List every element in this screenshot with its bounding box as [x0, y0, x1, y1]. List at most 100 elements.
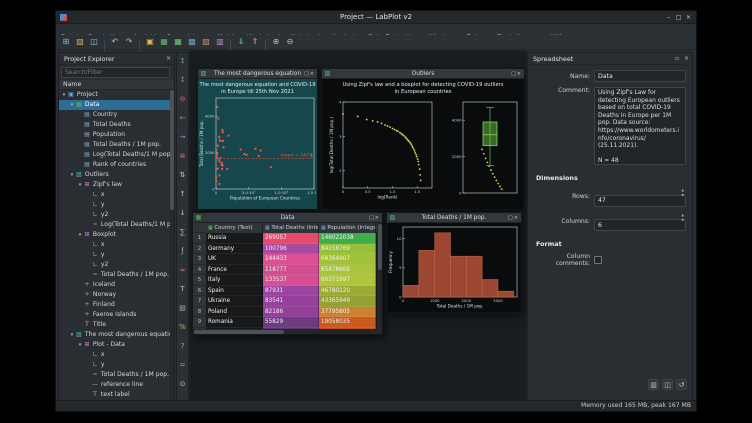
tree-item-faeroe-islands[interactable]: + Faeroe Islands	[59, 310, 170, 320]
mdi-titlebar[interactable]: ▨ Outliers □×	[322, 69, 524, 79]
tree-item-zipf-s-law[interactable]: ▾⊞ Zipf's law	[59, 180, 170, 190]
column-comments-checkbox[interactable]	[594, 256, 602, 264]
worksheet-canvas[interactable]: 01000200030000510Total Deaths / 1M pop.F…	[387, 223, 521, 312]
add-text-column-icon[interactable]: T	[177, 284, 188, 295]
tree-item-x[interactable]: ∟ x	[59, 350, 170, 360]
import-data-icon[interactable]: ⇓	[235, 36, 247, 48]
scrollbar-thumb[interactable]	[170, 90, 174, 210]
worksheet-window-equation[interactable]: ▨ The most dangerous equation □× The mos…	[197, 68, 318, 210]
rows-spinbox[interactable]	[594, 195, 686, 207]
dock-float-icon[interactable]: ▫	[675, 53, 679, 65]
cell-population[interactable]: 46780120	[319, 286, 376, 297]
dock-close-icon[interactable]: ×	[684, 53, 689, 65]
dock-close-icon[interactable]: ×	[166, 53, 171, 65]
new-notebook-icon[interactable]: ▥	[214, 36, 226, 48]
new-folder-icon[interactable]: ▣	[144, 36, 156, 48]
zoom-in-icon[interactable]: ⊕	[270, 36, 282, 48]
sort-ascending-icon[interactable]: ↑	[177, 189, 188, 200]
dock-header[interactable]: Project Explorer ×	[59, 53, 174, 65]
random-values-icon[interactable]: ?	[177, 341, 188, 352]
mdi-titlebar[interactable]: ▨ Total Deaths / 1M pop. □×	[387, 213, 521, 223]
cell-total-deaths[interactable]: 82186	[263, 307, 319, 318]
remove-rows-icon[interactable]: ⊖	[177, 94, 188, 105]
cell-country[interactable]: Italy	[206, 275, 263, 286]
row-header[interactable]: 2	[193, 244, 206, 255]
sheet-vertical-scrollbar[interactable]	[377, 223, 382, 329]
tree-item-x[interactable]: ∟ x	[59, 240, 170, 250]
cell-total-deaths[interactable]: 55829	[263, 317, 319, 328]
tree-item-total-deaths[interactable]: ▤ Total Deaths	[59, 120, 170, 130]
cell-total-deaths[interactable]: 100796	[263, 244, 319, 255]
tree-item-y[interactable]: ∟ y	[59, 250, 170, 260]
recalculate-icon[interactable]: ƒ	[177, 246, 188, 257]
cell-country[interactable]: France	[206, 265, 263, 276]
mdi-close-icon[interactable]: ×	[375, 215, 380, 221]
close-button[interactable]: ×	[684, 13, 693, 22]
save-template-icon[interactable]: ◫	[662, 379, 673, 390]
worksheet-window-histogram[interactable]: ▨ Total Deaths / 1M pop. □× 010002000300…	[386, 212, 522, 313]
tree-item-data[interactable]: ▾▦ Data	[59, 100, 170, 110]
columns-spinbox[interactable]	[594, 219, 686, 231]
insert-column-right-icon[interactable]: →	[177, 132, 188, 143]
redo-icon[interactable]: ↷	[123, 36, 135, 48]
cell-country[interactable]: UK	[206, 254, 263, 265]
row-header[interactable]: 9	[193, 317, 206, 328]
tree-item-outliers[interactable]: ▾▨ Outliers	[59, 170, 170, 180]
tree-item-total-deaths-1m-pop-[interactable]: ≈ Total Deaths / 1M pop.	[59, 270, 170, 280]
column-header[interactable]: ▦ Population (Integer)	[319, 223, 376, 233]
plot-data-icon[interactable]: ≈	[177, 265, 188, 276]
spin-arrows-icon[interactable]: ▲▼	[682, 188, 684, 198]
tree-item-finland[interactable]: + Finland	[59, 300, 170, 310]
new-project-icon[interactable]: ⊞	[60, 36, 72, 48]
cell-population[interactable]: 65478668	[319, 265, 376, 276]
tree-item-plot-data[interactable]: ▾⊞ Plot - Data	[59, 340, 170, 350]
search-replace-icon[interactable]: ⊙	[177, 379, 188, 390]
insert-row-below-icon[interactable]: ↧	[177, 75, 188, 86]
scrollbar-thumb[interactable]	[194, 330, 284, 334]
mdi-titlebar[interactable]: ▨ The most dangerous equation □×	[198, 69, 317, 79]
cell-total-deaths[interactable]: 83541	[263, 296, 319, 307]
sort-descending-icon[interactable]: ↓	[177, 208, 188, 219]
statistics-icon[interactable]: ∑	[177, 227, 188, 238]
cell-country[interactable]: Ukraine	[206, 296, 263, 307]
sort-icon[interactable]: ⇅	[177, 170, 188, 181]
scrollbar-thumb[interactable]	[378, 224, 382, 270]
tree-item-log-total-deaths-1-m-pop-[interactable]: ≈ Log(Total Deaths/1 M pop.)	[59, 220, 170, 230]
cell-population[interactable]: 146022038	[319, 233, 376, 244]
minimize-button[interactable]: –	[664, 13, 673, 22]
tree-item-the-most-dangerous-equation[interactable]: ▾▨ The most dangerous equation	[59, 330, 170, 340]
cell-population[interactable]: 37795805	[319, 307, 376, 318]
mdi-close-icon[interactable]: ×	[517, 71, 522, 77]
cell-total-deaths[interactable]: 87931	[263, 286, 319, 297]
save-project-icon[interactable]: ◫	[88, 36, 100, 48]
tree-item-boxplot[interactable]: ▾⊞ Boxplot	[59, 230, 170, 240]
titlebar[interactable]: Project — LabPlot v2 – □ ×	[56, 11, 696, 24]
row-header[interactable]: 6	[193, 286, 206, 297]
tree-item-title[interactable]: T Title	[59, 320, 170, 330]
tree-item-population[interactable]: ▤ Population	[59, 130, 170, 140]
cell-country[interactable]: Russia	[206, 233, 263, 244]
mdi-titlebar[interactable]: ▦ Data □×	[193, 213, 382, 223]
new-workbook-icon[interactable]: ▦	[158, 36, 170, 48]
row-header[interactable]: 4	[193, 265, 206, 276]
undo-icon[interactable]: ↶	[109, 36, 121, 48]
row-header[interactable]: 1	[193, 233, 206, 244]
tree-item-norway[interactable]: + Norway	[59, 290, 170, 300]
equidistant-values-icon[interactable]: =	[177, 360, 188, 371]
row-header[interactable]: 8	[193, 307, 206, 318]
cell-total-deaths[interactable]: 118777	[263, 265, 319, 276]
cell-population[interactable]: 84158769	[319, 244, 376, 255]
normalize-icon[interactable]: %	[177, 322, 188, 333]
tree-item-total-deaths-1m-pop-[interactable]: ▤ Total Deaths / 1M pop.	[59, 140, 170, 150]
tree-name-header[interactable]: Name	[59, 80, 174, 90]
tree-item-total-deaths-1m-pop-[interactable]: ≈ Total Deaths / 1M pop.	[59, 370, 170, 380]
dock-header[interactable]: Spreadsheet ▫ ×	[528, 53, 692, 65]
worksheet-canvas[interactable]: Using Zipf's law and a boxplot for detec…	[322, 79, 524, 209]
cell-country[interactable]: Spain	[206, 286, 263, 297]
tree-item-y[interactable]: ∟ y	[59, 360, 170, 370]
tree-item-reference-line[interactable]: — reference line	[59, 380, 170, 390]
mdi-close-icon[interactable]: ×	[514, 215, 519, 221]
cell-population[interactable]: 68364907	[319, 254, 376, 265]
comment-field[interactable]: Using Zipf's Law for detecting European …	[594, 87, 686, 165]
tree-item-rank-of-countries[interactable]: ▤ Rank of countries	[59, 160, 170, 170]
